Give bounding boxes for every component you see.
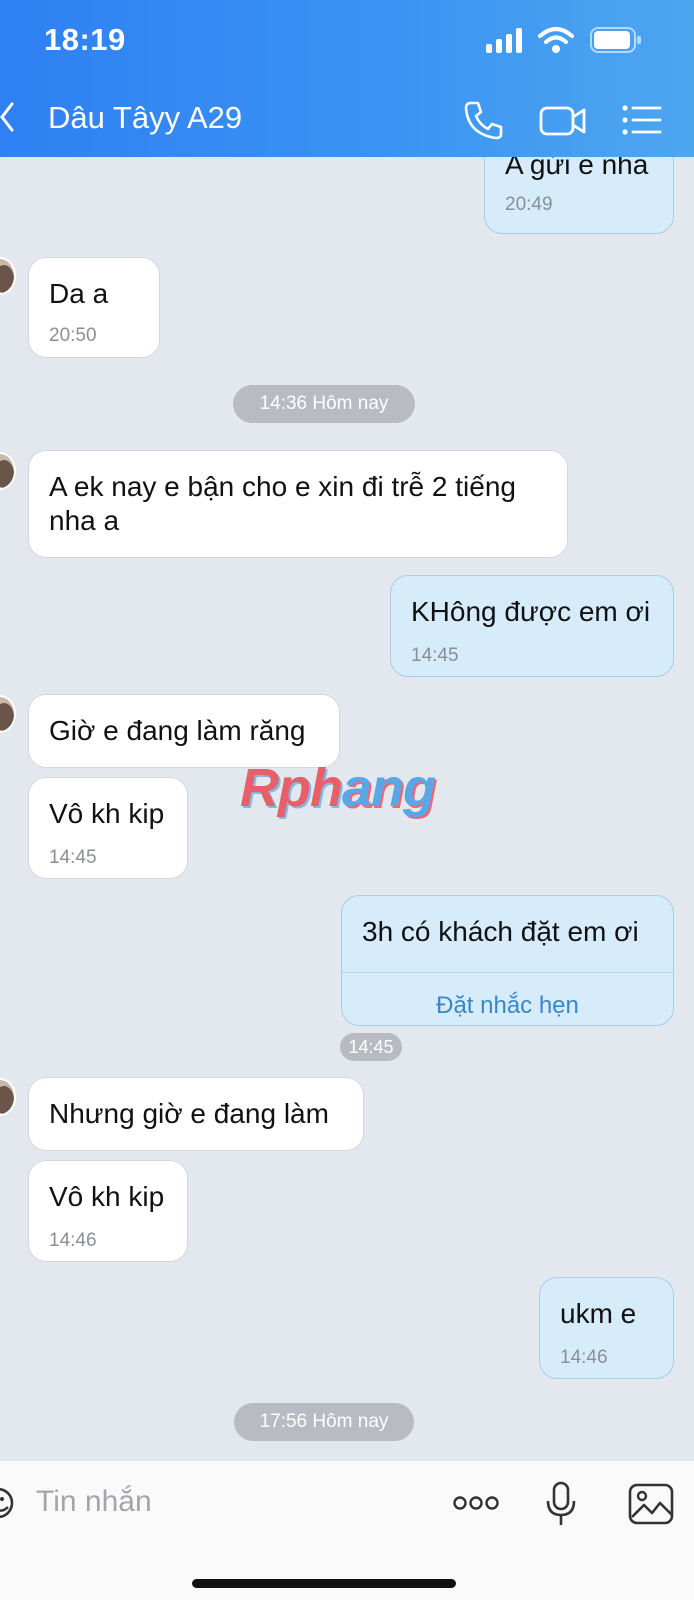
chat-header: 18:19 Dâu Tâyy A29 [0, 0, 694, 157]
contact-name[interactable]: Dâu Tâyy A29 [48, 100, 242, 136]
message-input[interactable]: Tin nhắn [36, 1485, 152, 1519]
battery-icon [590, 27, 641, 53]
message-incoming[interactable]: Nhưng giờ e đang làm [28, 1077, 364, 1151]
watermark: Rphang [240, 758, 436, 818]
avatar[interactable] [0, 257, 16, 295]
avatar[interactable] [0, 695, 16, 733]
status-icons [486, 26, 642, 54]
message-outgoing-with-action[interactable]: 3h có khách đặt em ơi Đặt nhắc hẹn [341, 895, 674, 1026]
date-divider: 17:56 Hôm nay [234, 1403, 414, 1441]
message-outgoing[interactable]: A gửi e nha 20:49 [484, 157, 674, 234]
avatar[interactable] [0, 1078, 16, 1116]
message-time-badge: 14:45 [340, 1033, 402, 1061]
more-icon[interactable] [452, 1493, 500, 1513]
message-incoming[interactable]: A ek nay e bận cho e xin đi trễ 2 tiếng … [28, 450, 568, 558]
home-indicator [192, 1579, 456, 1588]
sticker-icon[interactable] [0, 1483, 16, 1523]
message-incoming[interactable]: Vô kh kip 14:46 [28, 1160, 188, 1262]
set-reminder-button[interactable]: Đặt nhắc hẹn [342, 989, 673, 1023]
microphone-icon[interactable] [544, 1481, 578, 1527]
wifi-icon [538, 27, 574, 53]
status-time: 18:19 [44, 22, 126, 57]
date-divider: 14:36 Hôm nay [233, 385, 415, 423]
divider [342, 972, 673, 973]
message-incoming[interactable]: Da a 20:50 [28, 257, 160, 358]
message-input-bar: Tin nhắn [0, 1460, 694, 1600]
avatar[interactable] [0, 452, 16, 490]
image-icon[interactable] [628, 1483, 674, 1525]
message-outgoing[interactable]: KHông được em ơi 14:45 [390, 575, 674, 677]
phone-icon[interactable] [462, 98, 506, 142]
video-call-icon[interactable] [538, 98, 588, 142]
signal-icon [486, 27, 522, 53]
message-incoming[interactable]: Vô kh kip 14:45 [28, 777, 188, 879]
message-list[interactable]: A gửi e nha 20:49 Da a 20:50 14:36 Hôm n… [0, 157, 694, 1460]
menu-list-icon[interactable] [620, 98, 664, 142]
back-icon[interactable] [0, 102, 14, 132]
message-outgoing[interactable]: ukm e 14:46 [539, 1277, 674, 1379]
